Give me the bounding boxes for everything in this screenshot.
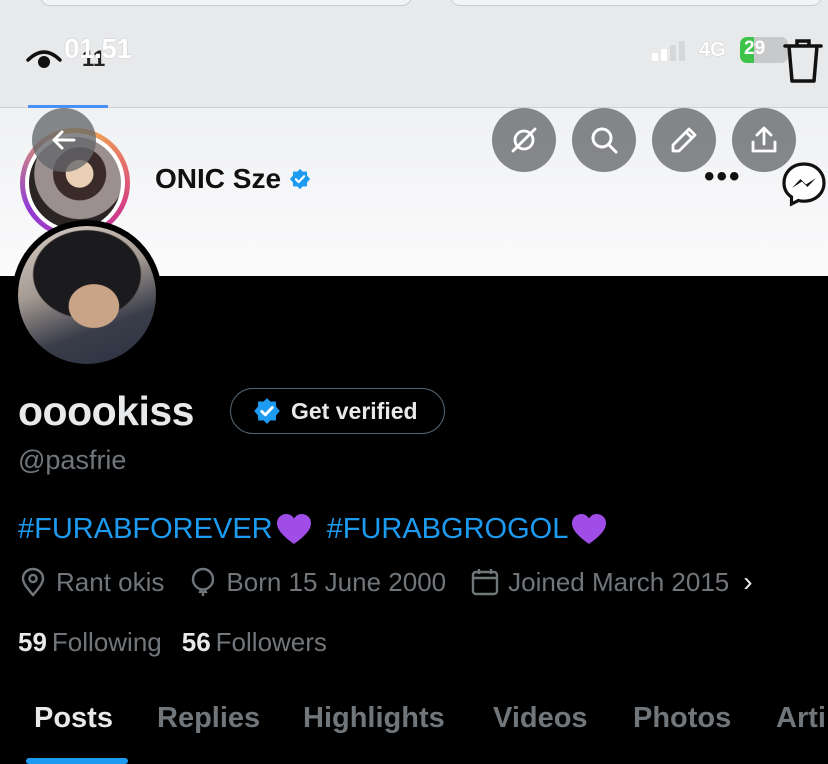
avatar-photo (18, 226, 156, 364)
purple-heart-icon (572, 514, 607, 544)
get-verified-label: Get verified (291, 397, 418, 424)
grok-button[interactable] (492, 108, 556, 172)
tab-highlights[interactable]: Highlights (303, 702, 445, 735)
balloon-icon (192, 567, 215, 596)
tab-replies[interactable]: Replies (157, 702, 260, 735)
profile-meta: Rant okis Born 15 June 2000 Joined March… (18, 566, 753, 598)
tab-posts[interactable]: Posts (34, 702, 113, 735)
more-options-icon[interactable]: ••• (704, 160, 742, 194)
tab-videos[interactable]: Videos (493, 702, 588, 735)
joined-item: Joined March 2015 (470, 567, 729, 598)
followers-link[interactable]: 56 Followers (182, 627, 327, 658)
follow-stats: 59 Following 56 Followers (18, 627, 327, 658)
chevron-right-icon[interactable]: › (743, 566, 752, 598)
display-name: ooookiss (18, 388, 194, 434)
network-type: 4G (699, 39, 726, 61)
following-label: Following (51, 627, 162, 657)
underlay-profile-name: ONIC Sze (155, 163, 311, 195)
joined-text: Joined March 2015 (508, 566, 730, 597)
profile-avatar[interactable] (12, 220, 162, 370)
location-pin-icon (21, 567, 45, 597)
location-text: Rant okis (56, 566, 165, 597)
trash-icon[interactable] (782, 36, 824, 84)
pencil-icon (671, 127, 697, 153)
purple-heart-icon (276, 514, 311, 544)
edit-button[interactable] (652, 108, 716, 172)
browser-tab[interactable] (450, 0, 822, 6)
birthday-text: Born 15 June 2000 (226, 566, 447, 597)
bio-hashtag[interactable]: #FURABFOREVER (18, 512, 313, 546)
signal-icon (652, 41, 685, 61)
grok-icon (511, 127, 537, 153)
tab-articles[interactable]: Arti (776, 702, 826, 735)
share-icon (751, 126, 777, 153)
profile-tabs: Posts Replies Highlights Videos Photos A… (0, 690, 828, 764)
status-time: 01.51 (64, 33, 132, 64)
profile-handle: @pasfrie (18, 445, 127, 475)
following-count: 59 (18, 627, 47, 657)
get-verified-button[interactable]: Get verified (230, 388, 445, 434)
calendar-icon (471, 569, 499, 596)
bio-hashtag[interactable]: #FURABGROGOL (327, 512, 609, 546)
active-tab-indicator (26, 758, 128, 764)
battery-percent: 29 (744, 38, 766, 59)
browser-tab[interactable] (40, 0, 412, 6)
following-link[interactable]: 59 Following (18, 627, 162, 658)
location-item: Rant okis (18, 567, 164, 598)
back-arrow-icon (52, 130, 76, 150)
battery-indicator: 29 (740, 37, 788, 63)
eye-icon (26, 50, 62, 68)
hashtag-text[interactable]: #FURABGROGOL (327, 513, 569, 546)
hashtag-text[interactable]: #FURABFOREVER (18, 513, 273, 546)
profile-bio: #FURABFOREVER #FURABGROGOL (18, 512, 608, 546)
tab-photos[interactable]: Photos (633, 702, 731, 735)
followers-label: Followers (215, 627, 327, 657)
verified-badge-icon (289, 168, 311, 190)
messenger-icon[interactable] (780, 160, 828, 208)
birthday-item: Born 15 June 2000 (188, 567, 446, 598)
verified-badge-icon (254, 398, 280, 424)
search-icon (591, 127, 618, 154)
followers-count: 56 (181, 627, 211, 657)
back-button[interactable] (32, 108, 96, 172)
share-button[interactable] (732, 108, 796, 172)
underlay-name-text: ONIC Sze (155, 163, 282, 194)
search-button[interactable] (572, 108, 636, 172)
